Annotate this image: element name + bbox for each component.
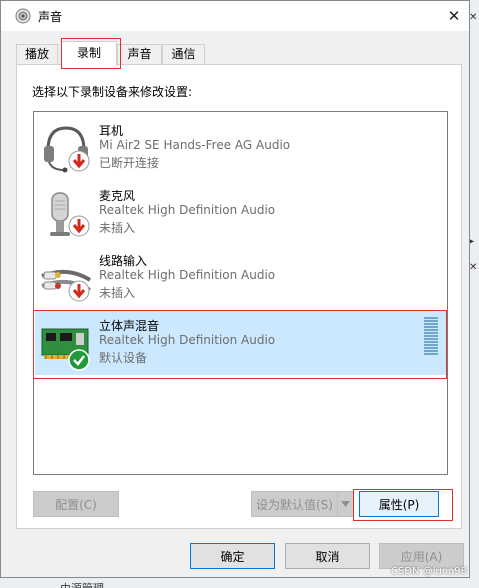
device-driver: Mi Air2 SE Hands-Free AG Audio: [99, 138, 291, 152]
device-status: 未插入: [99, 221, 136, 235]
device-driver: Realtek High Definition Audio: [99, 268, 276, 282]
window-title: 声音: [38, 10, 63, 24]
background-text: 由源管理: [60, 580, 104, 588]
close-button[interactable]: ✕: [439, 1, 469, 31]
sound-dialog: 声音 ✕ 播放 录制 声音 通信 选择以下录制设备来修改设置: 耳机 Mi Ai…: [0, 0, 470, 578]
device-driver: Realtek High Definition Audio: [99, 333, 276, 347]
background-window-bottom: 由源管理: [0, 578, 479, 588]
volume-level-meter: [424, 317, 438, 357]
chevron-down-icon: [341, 501, 350, 507]
tab-playback[interactable]: 播放: [16, 44, 58, 65]
down-arrow-badge-icon: [68, 150, 90, 172]
list-item-stereo-mix[interactable]: 立体声混音 Realtek High Definition Audio 默认设备: [35, 311, 446, 375]
cancel-button[interactable]: 取消: [285, 543, 370, 569]
device-status: 默认设备: [99, 351, 148, 365]
set-default-button[interactable]: 设为默认值(S): [251, 491, 338, 517]
speaker-icon: [15, 8, 31, 24]
device-name: 麦克风: [99, 189, 136, 203]
background-glyph: ▸: [469, 236, 475, 247]
green-check-badge-icon: [68, 349, 90, 371]
prompt-text: 选择以下录制设备来修改设置:: [32, 85, 193, 99]
tab-communications[interactable]: 通信: [162, 44, 205, 65]
device-driver: Realtek High Definition Audio: [99, 203, 276, 217]
device-status: 已断开连接: [99, 156, 160, 170]
device-name: 线路输入: [99, 254, 148, 268]
set-default-dropdown[interactable]: [337, 491, 354, 517]
recording-panel: 选择以下录制设备来修改设置: 耳机 Mi Air2 SE Hands-Free …: [16, 64, 462, 529]
device-list[interactable]: 耳机 Mi Air2 SE Hands-Free AG Audio 已断开连接: [33, 111, 448, 475]
background-glyph: ✕: [469, 12, 478, 23]
device-name: 耳机: [99, 124, 124, 138]
list-item-microphone[interactable]: 麦克风 Realtek High Definition Audio 未插入: [35, 181, 446, 245]
title-bar: 声音 ✕: [1, 1, 469, 31]
background-glyph: ✕: [469, 262, 478, 273]
configure-button[interactable]: 配置(C): [33, 491, 119, 517]
down-arrow-badge-icon: [68, 215, 90, 237]
close-icon: ✕: [447, 7, 461, 25]
properties-button[interactable]: 属性(P): [359, 491, 439, 517]
list-item-headset[interactable]: 耳机 Mi Air2 SE Hands-Free AG Audio 已断开连接: [35, 116, 446, 180]
device-status: 未插入: [99, 286, 136, 300]
device-name: 立体声混音: [99, 319, 160, 333]
tab-sounds[interactable]: 声音: [117, 44, 162, 65]
tab-recording[interactable]: 录制: [61, 41, 117, 66]
list-item-line-in[interactable]: 线路输入 Realtek High Definition Audio 未插入: [35, 246, 446, 310]
ok-button[interactable]: 确定: [190, 543, 275, 569]
watermark-text: CSDN @luna98: [391, 566, 467, 577]
down-arrow-badge-icon: [68, 280, 90, 302]
